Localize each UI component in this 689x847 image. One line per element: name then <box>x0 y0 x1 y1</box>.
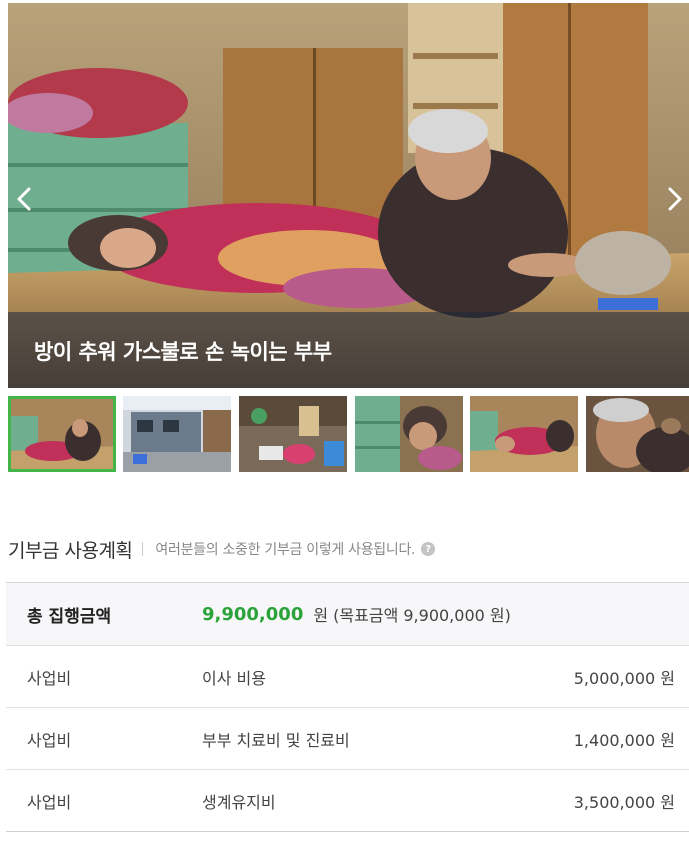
caption-bar: 방이 추워 가스불로 손 녹이는 부부 <box>8 312 689 388</box>
question-icon[interactable]: ? <box>421 542 436 556</box>
thumbnail-2[interactable] <box>123 396 231 472</box>
chevron-left-icon <box>17 187 31 211</box>
row-amount: 1,400,000 원 <box>573 730 675 750</box>
plan-title: 기부금 사용계획 <box>8 539 133 562</box>
photo-caption: 방이 추워 가스불로 손 녹이는 부부 <box>34 340 332 364</box>
row-category: 사업비 <box>27 730 72 750</box>
thumbnail-5[interactable] <box>470 396 578 472</box>
thumbnail-6[interactable] <box>586 396 689 472</box>
next-button[interactable] <box>661 179 689 219</box>
thumbnail-3[interactable] <box>239 396 347 472</box>
row-category: 사업비 <box>27 792 72 812</box>
thumbnail-4[interactable] <box>355 396 463 472</box>
total-label: 총 집행금액 <box>27 606 112 627</box>
total-goal-text: 원 (목표금액 9,900,000 원) <box>313 606 511 625</box>
total-amount: 9,900,000 <box>202 603 304 625</box>
total-value: 9,900,000 원 (목표금액 9,900,000 원) <box>202 583 511 645</box>
chevron-right-icon <box>668 187 682 211</box>
row-category: 사업비 <box>27 668 72 688</box>
plan-subtitle: 여러분들의 소중한 기부금 이렇게 사용됩니다. <box>155 542 416 558</box>
photo-slider: 방이 추워 가스불로 손 녹이는 부부 <box>8 3 689 388</box>
divider <box>142 542 144 556</box>
table-row: 사업비 부부 치료비 및 진료비 1,400,000 원 <box>6 708 689 770</box>
plan-table: 총 집행금액 9,900,000 원 (목표금액 9,900,000 원) 사업… <box>6 582 689 832</box>
row-item: 부부 치료비 및 진료비 <box>202 730 350 750</box>
total-row: 총 집행금액 9,900,000 원 (목표금액 9,900,000 원) <box>6 583 689 646</box>
table-row: 사업비 생계유지비 3,500,000 원 <box>6 770 689 832</box>
plan-header: 기부금 사용계획 여러분들의 소중한 기부금 이렇게 사용됩니다. ? <box>8 535 436 563</box>
thumbnail-1[interactable] <box>8 396 116 472</box>
prev-button[interactable] <box>10 179 38 219</box>
row-item: 이사 비용 <box>202 668 266 688</box>
table-row: 사업비 이사 비용 5,000,000 원 <box>6 646 689 708</box>
row-amount: 5,000,000 원 <box>573 668 675 688</box>
thumbnail-strip <box>8 396 689 473</box>
row-amount: 3,500,000 원 <box>573 792 675 812</box>
row-item: 생계유지비 <box>202 792 276 812</box>
